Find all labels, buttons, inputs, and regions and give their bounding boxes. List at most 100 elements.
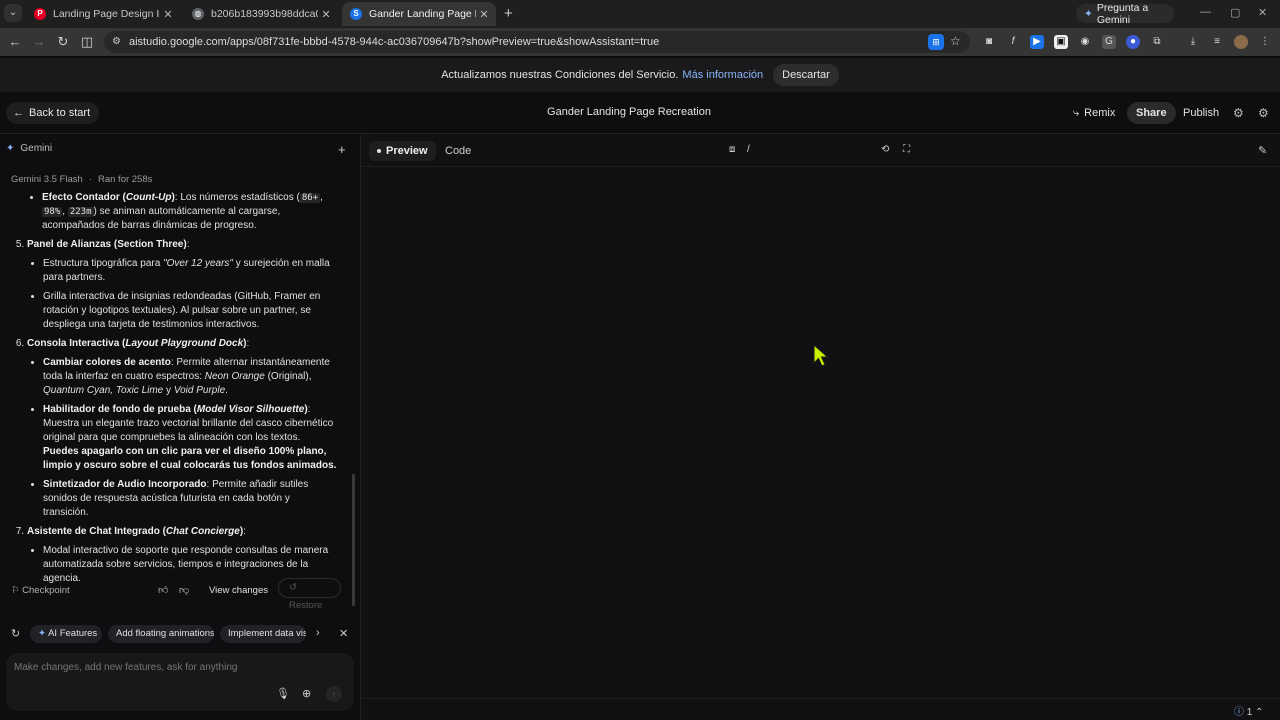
run-time: Ran for 258s: [97, 174, 153, 185]
text-italic: Layout Playground Dock: [125, 338, 244, 349]
browser-tab[interactable]: ◍ b206b183993b98ddca0d6db0f ✕: [184, 2, 338, 26]
browser-tab-active[interactable]: S Gander Landing Page Recreation ✕: [342, 2, 496, 26]
close-tab-icon[interactable]: ✕: [160, 8, 176, 21]
reload-icon[interactable]: ↻: [54, 33, 72, 51]
item-title: Consola Interactiva (: [27, 338, 126, 349]
text-italic: Chat Concierge: [165, 526, 240, 537]
suggestion-chip[interactable]: Implement data visualization: [220, 625, 306, 643]
downloads-icon[interactable]: ⤓: [1186, 35, 1200, 49]
user-avatar[interactable]: [1234, 35, 1248, 49]
back-arrow-icon[interactable]: ←: [6, 33, 24, 51]
tab-title: b206b183993b98ddca0d6db0f: [211, 8, 318, 20]
close-tab-icon[interactable]: ✕: [476, 8, 492, 21]
suggestion-label: AI Features: [48, 628, 98, 639]
record-extension-icon[interactable]: ◉: [1078, 35, 1092, 49]
item-title: ): [243, 338, 247, 349]
tab-title: Gander Landing Page Recreation: [369, 8, 476, 20]
inline-code: 86+: [299, 193, 321, 203]
microphone-icon[interactable]: 🎙︎: [276, 687, 290, 700]
text: : Los números estadísticos (: [174, 192, 300, 203]
item-title: Panel de Alianzas (Section Three): [27, 239, 187, 250]
send-button[interactable]: ↑: [326, 686, 342, 702]
preview-tabs-bar: Preview Code ⧈ / ⟲ ⛶ ✎: [361, 135, 1280, 167]
annotate-pen-icon[interactable]: ✎: [1258, 144, 1267, 157]
text-bold: Puedes apagarlo con un clic para ver el …: [43, 446, 337, 471]
device-toggle-icon[interactable]: ⧈: [729, 144, 735, 155]
forward-arrow-icon[interactable]: →: [30, 33, 48, 51]
remix-button[interactable]: ⤷ Remix: [1064, 102, 1124, 124]
text-italic: Void Purple: [173, 385, 226, 396]
new-tab-icon[interactable]: +: [504, 5, 513, 22]
chevron-right-icon[interactable]: ›: [316, 627, 320, 639]
dismiss-button[interactable]: Descartar: [773, 64, 839, 86]
text-bold: Efecto Contador (: [42, 192, 126, 203]
address-bar[interactable]: ⚙ aistudio.google.com/apps/08f731fe-bbbd…: [104, 31, 970, 53]
bookmark-star-icon[interactable]: ☆: [950, 34, 961, 48]
settings-gear-icon[interactable]: ⚙: [1258, 106, 1269, 120]
tab-preview-label: Preview: [386, 145, 428, 157]
sub-list: Cambiar colores de acento: Permite alter…: [43, 351, 337, 520]
chevron-up-icon: ⌃: [1255, 707, 1264, 718]
tab-preview[interactable]: Preview: [369, 141, 436, 161]
new-chat-plus-icon[interactable]: +: [338, 142, 346, 157]
globe-icon: ◍: [192, 8, 204, 20]
tab-code-label: Code: [445, 145, 472, 157]
fullscreen-icon[interactable]: ⛶: [903, 144, 910, 155]
reload-preview-icon[interactable]: ⟲: [881, 144, 889, 155]
chat-scrollbar[interactable]: [352, 474, 355, 606]
thumbs-down-icon[interactable]: 👎︎: [179, 584, 189, 596]
maximize-icon[interactable]: ▢: [1230, 6, 1240, 19]
profile-extension-icon[interactable]: ●: [1126, 35, 1140, 49]
install-app-icon[interactable]: ⊞: [928, 34, 944, 50]
square-extension-icon[interactable]: ▣: [1054, 35, 1068, 49]
grammar-extension-icon[interactable]: G: [1102, 35, 1116, 49]
browser-menu-icon[interactable]: ⋮: [1258, 35, 1272, 49]
list-item: Efecto Contador (Count-Up): Los números …: [42, 191, 337, 233]
tab-search-chevron-icon[interactable]: ⌄: [4, 4, 22, 22]
info-circle-icon: ⓘ: [1234, 707, 1244, 718]
restore-label: Restore: [289, 600, 323, 611]
issues-indicator[interactable]: ⓘ 1 ⌃: [1234, 703, 1264, 718]
view-changes-button[interactable]: View changes: [209, 585, 268, 596]
ask-gemini-button[interactable]: ✦ Pregunta a Gemini: [1076, 2, 1174, 26]
more-info-link[interactable]: Más información: [682, 69, 763, 81]
close-window-icon[interactable]: ✕: [1258, 6, 1267, 19]
refresh-suggestions-icon[interactable]: ↻: [11, 627, 20, 640]
thumbs-up-icon[interactable]: 👍︎: [158, 584, 168, 596]
app-header: ← Back to start Gander Landing Page Recr…: [0, 92, 1280, 134]
sidebar-toggle-icon[interactable]: ◫: [78, 33, 96, 51]
prompt-input[interactable]: [14, 662, 334, 673]
font-extension-icon[interactable]: f: [1006, 35, 1020, 49]
play-extension-icon[interactable]: ▶: [1030, 35, 1044, 49]
share-label: Share: [1136, 107, 1167, 119]
share-button[interactable]: Share: [1127, 102, 1176, 124]
suggestion-chip[interactable]: ✦ AI Features: [30, 625, 102, 643]
extensions-puzzle-icon[interactable]: ⧉: [1150, 35, 1164, 49]
restore-button[interactable]: ↺ Restore: [278, 578, 341, 611]
preview-path-bar: ⧈ / ⟲ ⛶: [725, 142, 921, 160]
remix-icon: ⤷: [1073, 106, 1080, 119]
add-attachment-icon[interactable]: ⊕: [302, 687, 311, 700]
close-tab-icon[interactable]: ✕: [318, 8, 334, 21]
browser-tab[interactable]: P Landing Page Design Inspiration ✕: [26, 2, 180, 26]
notice-text: Actualizamos nuestras Condiciones del Se…: [441, 69, 679, 81]
checkpoint-button[interactable]: ⚐ Checkpoint: [11, 585, 70, 596]
inline-code: 98%: [42, 207, 63, 217]
path-text[interactable]: /: [747, 144, 750, 155]
tab-code[interactable]: Code: [437, 141, 479, 161]
suggestion-chip[interactable]: Add floating animations: [108, 625, 214, 643]
bug-icon[interactable]: ⚙: [1233, 106, 1244, 120]
browser-tab-bar: ⌄ P Landing Page Design Inspiration ✕ ◍ …: [0, 0, 1280, 28]
publish-label: Publish: [1183, 107, 1220, 119]
checkpoint-label: Checkpoint: [22, 585, 70, 596]
preview-canvas[interactable]: [361, 168, 1280, 698]
close-icon[interactable]: ✕: [339, 627, 348, 640]
camera-extension-icon[interactable]: ◙: [982, 35, 996, 49]
tab-groups-icon[interactable]: ≡: [1210, 35, 1224, 49]
publish-button[interactable]: Publish: [1174, 102, 1228, 124]
minimize-icon[interactable]: —: [1200, 6, 1211, 18]
gemini-sparkle-icon: ✦: [1084, 7, 1093, 20]
site-info-icon[interactable]: ⚙: [112, 36, 121, 47]
suggestion-label: Add floating animations: [116, 628, 214, 639]
remix-label: Remix: [1084, 107, 1116, 119]
